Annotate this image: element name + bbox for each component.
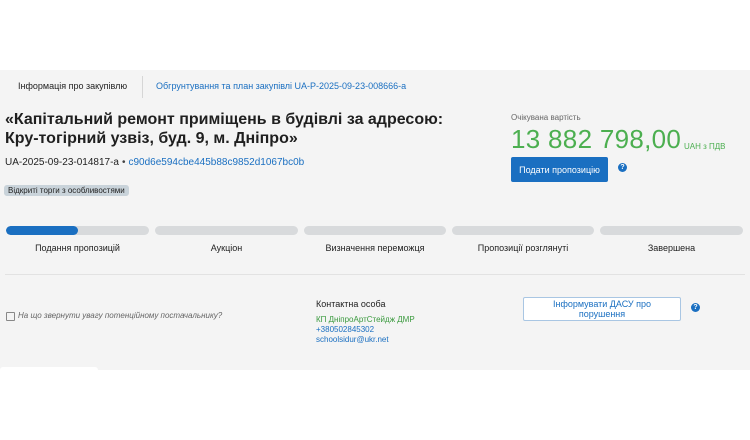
tender-id: UA-2025-09-23-014817-a [5,157,119,168]
tender-panel: Інформація про закупівлю Обгрунтування т… [0,70,750,370]
procedure-type-badge: Відкриті торги з особливостями [4,185,129,196]
tender-identifiers: UA-2025-09-23-014817-a • c90d6e594cbe445b8… [5,157,304,168]
tender-hash-link[interactable]: c90d6e594cbe445b88c9852d1067bc0b [128,157,304,168]
stage-bar-qualification [304,226,446,235]
currency-vat-label: UAH з ПДВ [684,142,726,151]
contact-email[interactable]: schoolsidur@ukr.net [316,335,389,344]
supplier-hint-link[interactable]: На що звернути увагу потенційному постач… [18,311,222,320]
submit-proposal-button[interactable]: Подати пропозицію [511,157,608,182]
stage-bar-reviewed [452,226,594,235]
stage-bar-submission [6,226,149,235]
edit-icon [6,312,15,321]
panel-corner [0,367,98,370]
tab-divider [142,76,143,98]
stage-bar-auction [155,226,298,235]
tabs-bar: Інформація про закупівлю Обгрунтування т… [0,70,750,102]
help-icon[interactable]: ? [618,163,627,172]
contact-person-title: Контактна особа [316,299,386,309]
tender-title: «Капітальний ремонт приміщень в будівлі … [5,111,444,147]
contact-organization: КП ДніпроАртСтейдж ДМР [316,315,415,324]
help-icon[interactable]: ? [691,303,700,312]
tab-procurement-plan[interactable]: Обгрунтування та план закупівлі UA-P-202… [156,81,406,91]
expected-cost-amount: 13 882 798,00 [511,124,682,154]
stage-label-reviewed: Пропозиції розглянуті [477,243,569,253]
stage-label-submission: Подання пропозицій [35,243,120,253]
stage-label-completed: Завершена [647,243,696,253]
report-dasu-button[interactable]: Інформувати ДАСУ про порушення [523,297,681,321]
stage-bar-fill [6,226,78,235]
stage-label-qualification: Визначення переможця [325,243,425,253]
id-separator: • [121,157,126,168]
contact-phone[interactable]: +380502845302 [316,325,374,334]
stage-bar-completed [600,226,743,235]
expected-cost-label: Очікувана вартість [511,113,581,122]
tab-procurement-info[interactable]: Інформація про закупівлю [18,81,127,91]
section-divider [5,274,745,275]
stage-label-auction: Аукціон [210,243,243,253]
